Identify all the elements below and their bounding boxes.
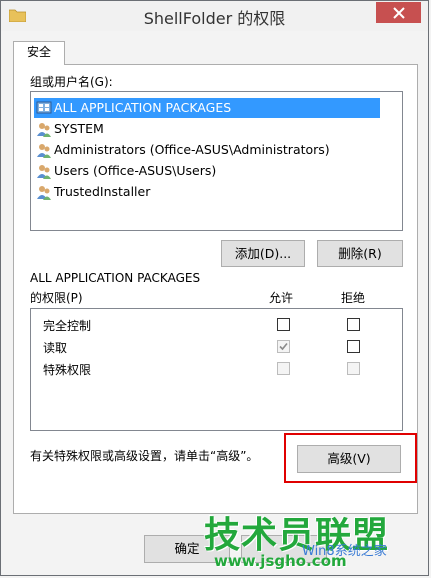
users-icon (37, 165, 51, 179)
list-item-label: ALL APPLICATION PACKAGES (54, 100, 232, 115)
users-listbox[interactable]: ALL APPLICATION PACKAGES SYSTEM Administ… (30, 91, 403, 231)
permission-row-label: 读取 (43, 341, 68, 355)
advanced-note: 有关特殊权限或高级设置，请单击“高级”。 (30, 449, 259, 463)
list-item-label: SYSTEM (54, 121, 104, 136)
title-bar[interactable]: ShellFolder 的权限 (1, 1, 428, 31)
allow-checkbox-special (277, 362, 290, 375)
permissions-sublabel: 的权限(P) (30, 291, 83, 305)
deny-checkbox-special (347, 362, 360, 375)
window-title: ShellFolder 的权限 (143, 9, 286, 28)
permission-row-label: 特殊权限 (43, 363, 92, 377)
list-item[interactable]: TrustedInstaller (34, 182, 158, 202)
users-icon (37, 123, 51, 137)
list-item[interactable]: Users (Office-ASUS\Users) (34, 161, 224, 181)
close-icon (392, 6, 405, 19)
list-item[interactable]: Administrators (Office-ASUS\Administrato… (34, 140, 338, 160)
deny-checkbox-read[interactable] (347, 340, 360, 353)
users-icon (37, 186, 51, 200)
list-item-label: TrustedInstaller (54, 184, 151, 199)
allow-checkbox-full-control[interactable] (277, 318, 290, 331)
allow-checkbox-read (277, 340, 290, 353)
close-button[interactable] (376, 2, 421, 23)
deny-checkbox-full-control[interactable] (347, 318, 360, 331)
list-item-label: Administrators (Office-ASUS\Administrato… (54, 142, 330, 157)
permission-row-label: 完全控制 (43, 319, 92, 333)
checkmark-icon (279, 342, 288, 351)
highlight-box (284, 433, 417, 483)
list-item[interactable]: SYSTEM (34, 119, 112, 139)
users-icon (37, 144, 51, 158)
group-icon (36, 101, 52, 114)
deny-column-header: 拒绝 (341, 291, 366, 305)
remove-button[interactable]: 删除(R) (317, 240, 403, 267)
users-label: 组或用户名(G): (30, 75, 113, 89)
list-item[interactable]: ALL APPLICATION PACKAGES (34, 98, 380, 118)
list-item-label: Users (Office-ASUS\Users) (54, 163, 217, 178)
allow-column-header: 允许 (269, 291, 294, 305)
permissions-dialog: ShellFolder 的权限 安全 组或用户名(G): ALL APPLICA… (0, 0, 429, 576)
watermark-brand: Win8系统之家 (302, 544, 387, 559)
permissions-list: 完全控制 读取 特殊权限 (30, 308, 403, 431)
permissions-heading: ALL APPLICATION PACKAGES (30, 271, 201, 285)
tab-security[interactable]: 安全 (13, 41, 65, 65)
add-button[interactable]: 添加(D)... (221, 240, 305, 267)
